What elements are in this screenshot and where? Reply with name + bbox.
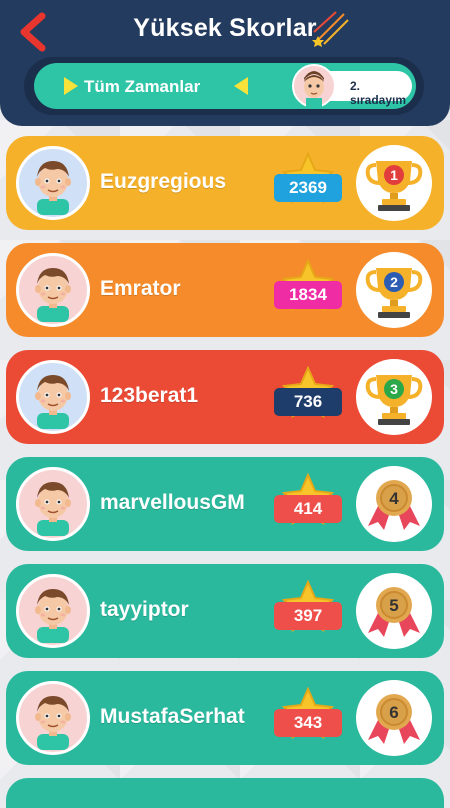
leaderboard-row[interactable]: MustafaSerhat 343 6 <box>6 671 444 765</box>
leaderboard-row-partial[interactable] <box>6 778 444 808</box>
leaderboard-row[interactable]: Emrator 1834 2 <box>6 243 444 337</box>
leaderboard-row[interactable]: 123berat1 736 3 <box>6 350 444 444</box>
my-rank-text: 2. sıradayım <box>350 79 407 107</box>
player-avatar <box>16 253 90 327</box>
player-score: 397 <box>274 602 342 630</box>
svg-text:5: 5 <box>389 596 398 615</box>
trophy-icon: 2 <box>356 252 432 328</box>
svg-text:1: 1 <box>390 167 398 183</box>
svg-text:6: 6 <box>389 703 398 722</box>
leaderboard-row[interactable]: marvellousGM 414 4 <box>6 457 444 551</box>
player-name: 123berat1 <box>100 384 199 407</box>
trophy-icon: 3 <box>356 359 432 435</box>
header: Yüksek Skorlar Tüm Zamanlar 2. sıradayım <box>0 0 450 126</box>
filter-bar: Tüm Zamanlar 2. sıradayım <box>24 57 424 115</box>
svg-text:2: 2 <box>390 274 398 290</box>
player-avatar <box>16 681 90 755</box>
triangle-left-icon[interactable] <box>234 77 248 95</box>
user-avatar-icon <box>292 64 336 108</box>
player-score: 2369 <box>274 174 342 202</box>
shooting-stars-icon <box>312 11 349 47</box>
trophy-icon: 1 <box>356 145 432 221</box>
leaderboard-row[interactable]: Euzgregious 2369 1 <box>6 136 444 230</box>
filter-label: Tüm Zamanlar <box>84 77 201 96</box>
triangle-right-icon[interactable] <box>64 77 78 95</box>
my-rank-pill: 2. sıradayım <box>292 64 412 108</box>
medal-icon: 6 <box>356 680 432 756</box>
medal-icon: 4 <box>356 466 432 542</box>
player-avatar <box>16 146 90 220</box>
page-title: Yüksek Skorlar <box>133 14 317 42</box>
time-filter-selector[interactable]: Tüm Zamanlar 2. sıradayım <box>34 63 416 109</box>
player-score: 1834 <box>274 281 342 309</box>
player-name: Emrator <box>100 277 181 300</box>
player-name: marvellousGM <box>100 491 245 514</box>
player-name: Euzgregious <box>100 170 227 193</box>
player-avatar <box>16 467 90 541</box>
player-avatar <box>16 574 90 648</box>
leaderboard-row[interactable]: tayyiptor 397 5 <box>6 564 444 658</box>
player-name: tayyiptor <box>100 598 189 621</box>
player-score: 343 <box>274 709 342 737</box>
player-avatar <box>16 360 90 434</box>
player-score: 414 <box>274 495 342 523</box>
medal-icon: 5 <box>356 573 432 649</box>
player-name: MustafaSerhat <box>100 705 245 728</box>
svg-text:4: 4 <box>389 489 399 508</box>
player-score: 736 <box>274 388 342 416</box>
svg-text:3: 3 <box>390 381 398 397</box>
